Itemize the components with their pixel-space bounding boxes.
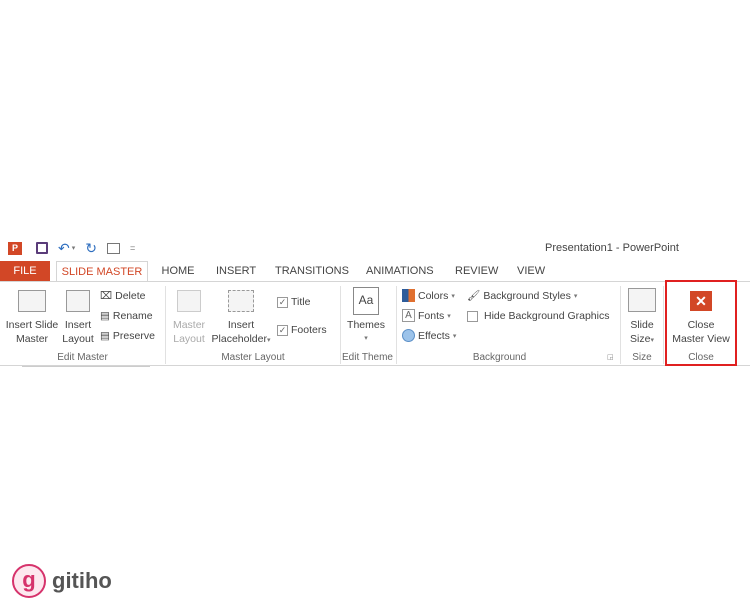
colors-icon: [402, 289, 415, 302]
title-checkbox[interactable]: ✓ Title: [277, 296, 310, 308]
tab-transitions[interactable]: TRANSITIONS: [275, 261, 349, 281]
footers-checkbox[interactable]: ✓ Footers: [277, 324, 327, 336]
dialog-launcher-icon[interactable]: ◲: [607, 353, 614, 361]
themes-icon: Aa: [353, 287, 379, 315]
save-icon[interactable]: [36, 242, 48, 254]
close-icon: ✕: [690, 291, 712, 311]
powerpoint-icon: P: [8, 241, 22, 255]
hide-background-graphics-checkbox[interactable]: Hide Background Graphics: [467, 310, 609, 322]
tab-insert[interactable]: INSERT: [216, 261, 256, 281]
insert-layout-button[interactable]: Insert Layout: [60, 290, 96, 346]
insert-placeholder-button[interactable]: Insert Placeholder▾: [208, 290, 274, 348]
customize-qat-icon[interactable]: =: [130, 243, 135, 253]
tab-file[interactable]: FILE: [0, 261, 50, 281]
tab-view[interactable]: VIEW: [517, 261, 545, 281]
checkbox-checked-icon: ✓: [277, 324, 288, 336]
group-label-size: Size: [632, 352, 652, 363]
colors-button[interactable]: Colors ▾: [402, 289, 455, 302]
ribbon: Insert Slide Master Insert Layout ⌧ Delet…: [0, 280, 750, 366]
effects-button[interactable]: Effects ▾: [402, 329, 456, 342]
group-label-edit-master: Edit Master: [57, 352, 108, 363]
delete-icon: ⌧: [100, 290, 113, 302]
checkbox-unchecked-icon: [467, 310, 478, 322]
layout-icon: [66, 290, 90, 312]
group-label-edit-theme: Edit Theme: [342, 352, 393, 363]
group-label-master-layout: Master Layout: [221, 352, 285, 363]
delete-button[interactable]: ⌧ Delete: [100, 290, 145, 302]
fonts-icon: A: [402, 309, 415, 322]
rename-icon: ▤: [100, 310, 110, 322]
slide-master-icon: [18, 290, 46, 312]
slide-size-button[interactable]: Slide Size▾: [622, 288, 662, 348]
slide-size-icon: [628, 288, 656, 312]
undo-icon[interactable]: ↶: [58, 240, 70, 257]
tab-animations[interactable]: ANIMATIONS: [366, 261, 434, 281]
master-layout-icon: [177, 290, 201, 312]
tab-slide-master[interactable]: SLIDE MASTER: [56, 261, 148, 282]
redo-icon[interactable]: ↻: [85, 240, 97, 257]
preserve-icon: ▤: [100, 330, 110, 342]
group-label-background: Background: [472, 352, 527, 363]
background-styles-button[interactable]: 🖌 Background Styles ▾: [467, 289, 577, 303]
start-slideshow-icon[interactable]: [106, 242, 120, 254]
checkbox-checked-icon: ✓: [277, 296, 288, 308]
window-title: Presentation1 - PowerPoint: [545, 242, 679, 254]
gitiho-logo-icon: g: [12, 564, 46, 598]
preserve-button[interactable]: ▤ Preserve: [100, 330, 155, 342]
rename-button[interactable]: ▤ Rename: [100, 310, 153, 322]
gitiho-logo: g gitiho: [12, 564, 112, 598]
tab-home[interactable]: HOME: [160, 261, 196, 281]
placeholder-icon: [228, 290, 254, 312]
master-layout-button[interactable]: Master Layout: [170, 290, 208, 346]
effects-icon: [402, 329, 415, 342]
tab-review[interactable]: REVIEW: [455, 261, 498, 281]
paint-bucket-icon: 🖌: [467, 290, 481, 302]
quick-access-toolbar: P ↶ ▾ ↻ =: [8, 240, 135, 256]
themes-button[interactable]: Aa Themes ▾: [344, 287, 388, 346]
group-label-close: Close: [688, 352, 714, 363]
close-master-view-button[interactable]: ✕ Close Master View: [667, 291, 735, 346]
fonts-button[interactable]: A Fonts ▾: [402, 309, 451, 322]
ribbon-shadow: [22, 366, 150, 367]
insert-slide-master-button[interactable]: Insert Slide Master: [3, 290, 61, 346]
